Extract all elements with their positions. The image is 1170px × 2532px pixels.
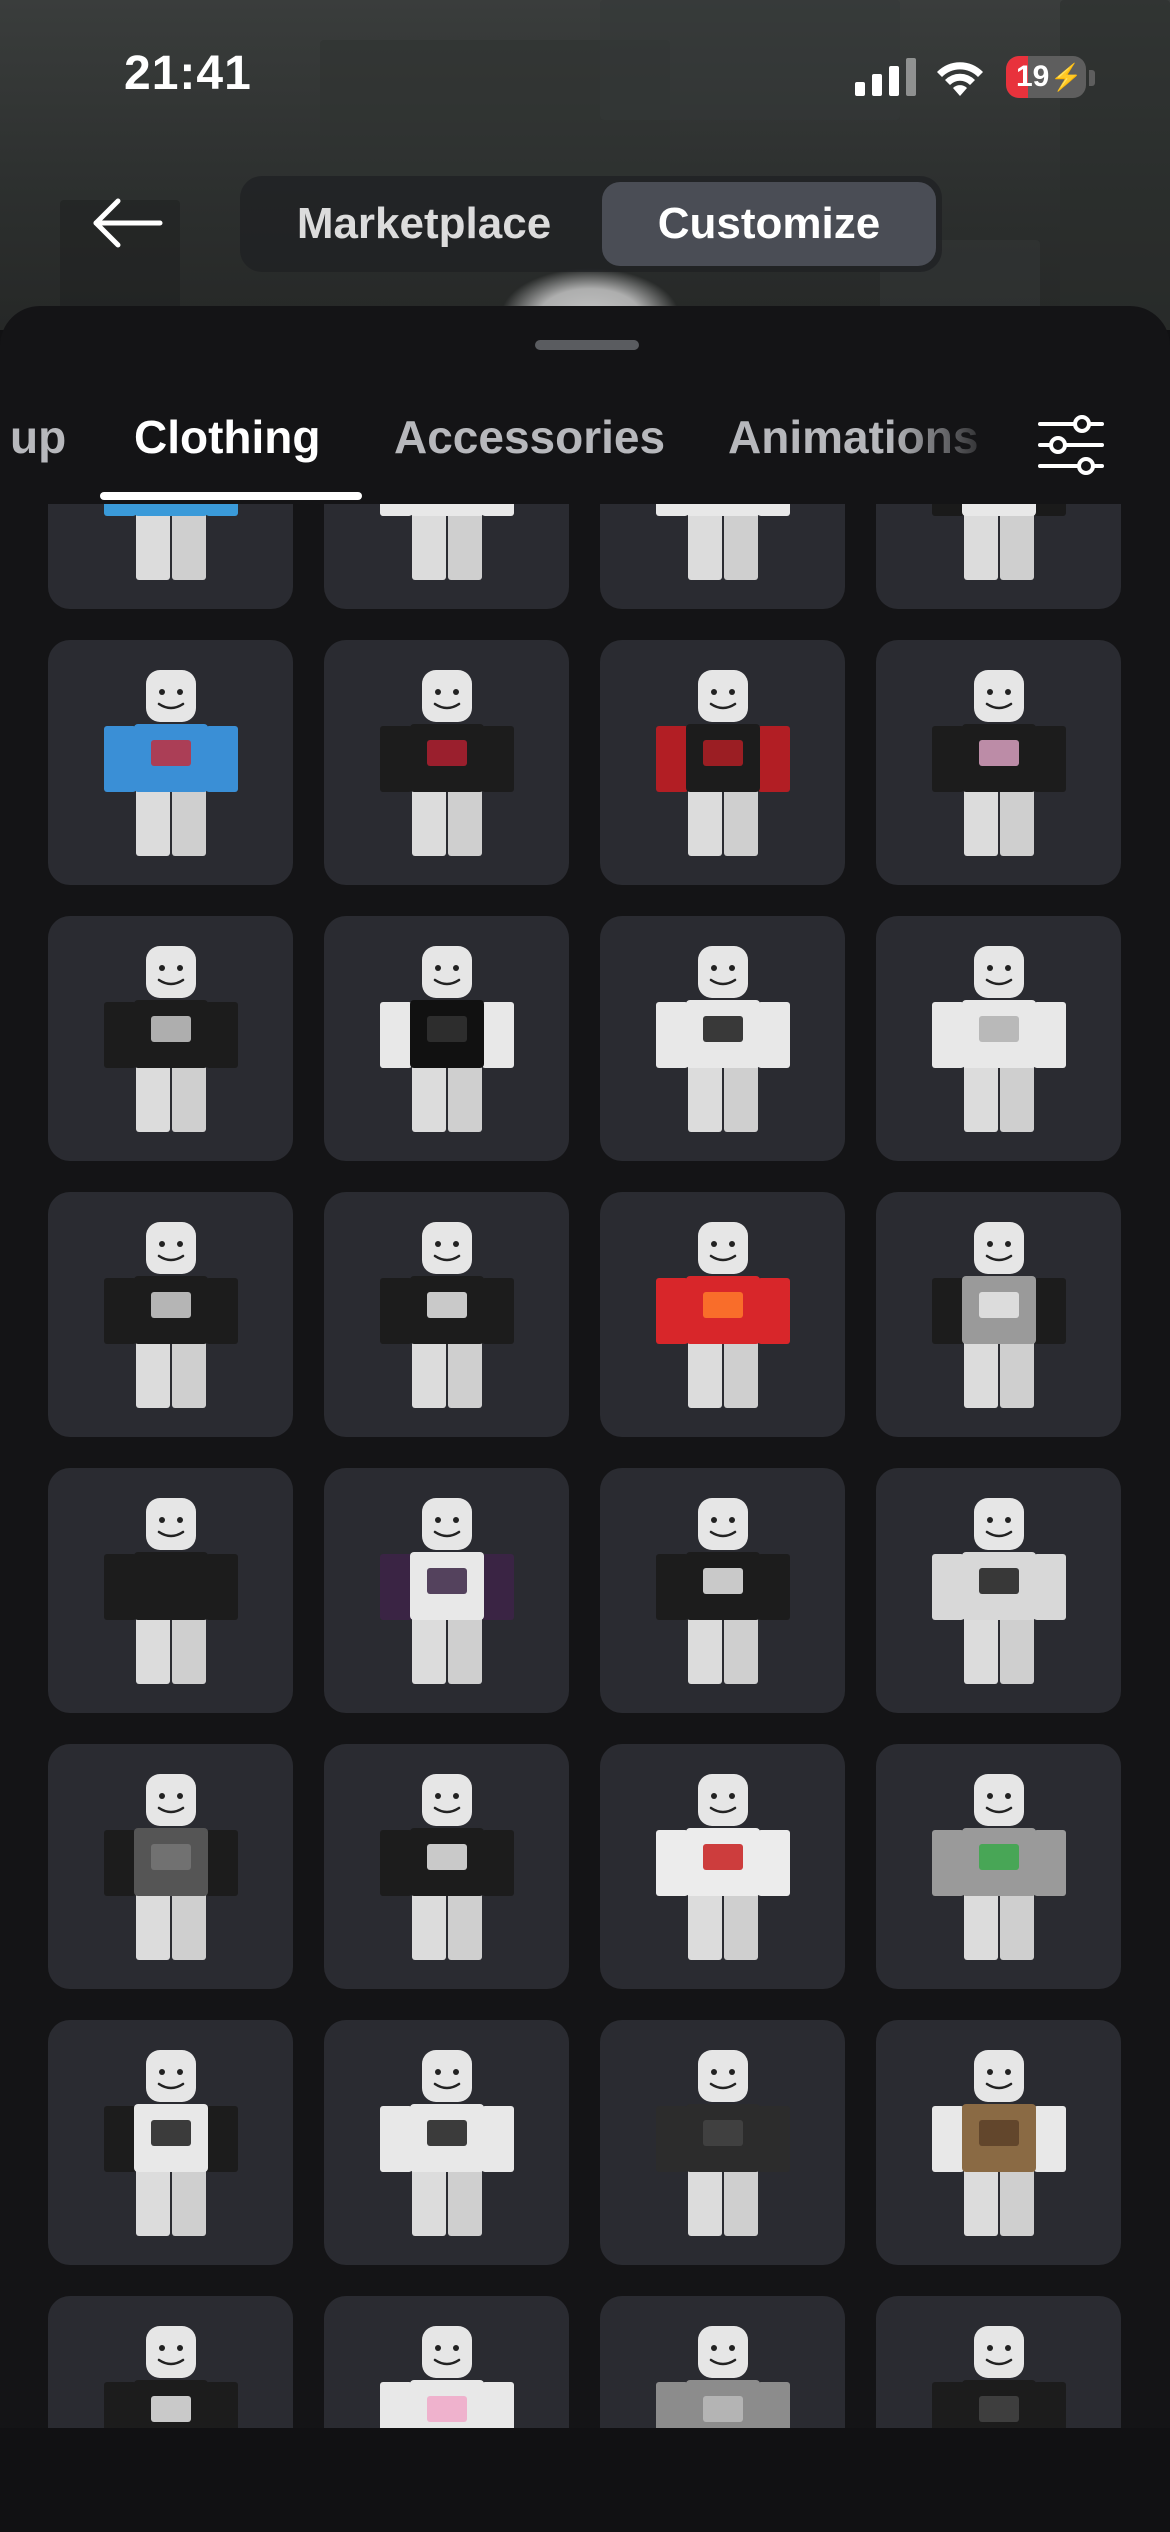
clothing-item-tile[interactable] bbox=[48, 640, 293, 885]
clothing-item-tile[interactable] bbox=[324, 2296, 569, 2428]
clothing-item-tile[interactable] bbox=[876, 1192, 1121, 1437]
battery-cap bbox=[1089, 70, 1095, 86]
clothing-item-tile[interactable] bbox=[600, 1192, 845, 1437]
avatar-thumbnail bbox=[656, 2050, 790, 2236]
avatar-thumbnail bbox=[656, 946, 790, 1132]
avatar-thumbnail bbox=[104, 2326, 238, 2428]
avatar-thumbnail bbox=[656, 670, 790, 856]
category-tabs: up Clothing Accessories Animations bbox=[0, 390, 1170, 502]
clothing-item-tile[interactable] bbox=[876, 640, 1121, 885]
clothing-item-tile[interactable] bbox=[876, 2020, 1121, 2265]
clothing-item-tile[interactable] bbox=[48, 2020, 293, 2265]
avatar-thumbnail bbox=[104, 1498, 238, 1684]
avatar-thumbnail bbox=[932, 1498, 1066, 1684]
avatar-thumbnail bbox=[932, 1222, 1066, 1408]
back-arrow-icon[interactable] bbox=[90, 196, 164, 250]
wifi-icon bbox=[937, 62, 983, 96]
avatar-thumbnail bbox=[104, 670, 238, 856]
tab-clothing[interactable]: Clothing bbox=[134, 410, 321, 464]
avatar-thumbnail bbox=[380, 504, 514, 580]
clothing-item-tile[interactable] bbox=[324, 916, 569, 1161]
clothing-item-tile[interactable] bbox=[48, 1744, 293, 1989]
clothing-item-tile[interactable] bbox=[324, 2020, 569, 2265]
clothing-grid-viewport bbox=[0, 504, 1170, 2428]
clothing-item-tile[interactable] bbox=[600, 916, 845, 1161]
status-time: 21:41 bbox=[124, 47, 252, 100]
clothing-item-tile[interactable] bbox=[876, 504, 1121, 609]
clothing-item-tile[interactable] bbox=[600, 640, 845, 885]
clothing-item-tile[interactable] bbox=[876, 2296, 1121, 2428]
charging-bolt-icon: ⚡ bbox=[1050, 61, 1083, 92]
clothing-item-tile[interactable] bbox=[876, 1468, 1121, 1713]
segment-customize[interactable]: Customize bbox=[602, 182, 936, 266]
avatar-thumbnail bbox=[380, 1498, 514, 1684]
filter-sliders-icon[interactable] bbox=[1036, 412, 1106, 478]
tab-makeup[interactable]: up bbox=[10, 410, 66, 464]
avatar-thumbnail bbox=[656, 1222, 790, 1408]
clothing-item-tile[interactable] bbox=[324, 1468, 569, 1713]
clothing-item-tile[interactable] bbox=[324, 1744, 569, 1989]
clothing-item-tile[interactable] bbox=[876, 916, 1121, 1161]
avatar-thumbnail bbox=[932, 946, 1066, 1132]
clothing-item-tile[interactable] bbox=[48, 1468, 293, 1713]
avatar-thumbnail bbox=[380, 2050, 514, 2236]
tab-accessories[interactable]: Accessories bbox=[394, 410, 665, 464]
avatar-thumbnail bbox=[656, 2326, 790, 2428]
avatar-thumbnail bbox=[932, 670, 1066, 856]
clothing-item-tile[interactable] bbox=[876, 1744, 1121, 1989]
cellular-signal-icon bbox=[855, 58, 916, 96]
avatar-thumbnail bbox=[380, 670, 514, 856]
avatar-thumbnail bbox=[104, 2050, 238, 2236]
clothing-item-tile[interactable] bbox=[48, 916, 293, 1161]
avatar-thumbnail bbox=[380, 946, 514, 1132]
clothing-grid bbox=[48, 504, 1121, 2428]
tabs-fade-overlay bbox=[890, 390, 1020, 502]
clothing-item-tile[interactable] bbox=[324, 504, 569, 609]
battery-icon: 19 ⚡ bbox=[1006, 56, 1086, 98]
sheet-grabber-handle[interactable] bbox=[535, 340, 639, 350]
avatar-thumbnail bbox=[932, 504, 1066, 580]
bottom-safe-area bbox=[0, 2428, 1170, 2532]
avatar-thumbnail bbox=[932, 2050, 1066, 2236]
mode-segmented-control: Marketplace Customize bbox=[240, 176, 942, 272]
avatar-thumbnail bbox=[656, 504, 790, 580]
battery-level: 19 bbox=[1016, 60, 1050, 93]
clothing-item-tile[interactable] bbox=[48, 1192, 293, 1437]
avatar-thumbnail bbox=[104, 1222, 238, 1408]
avatar-thumbnail bbox=[380, 1222, 514, 1408]
status-bar: 21:41 19 ⚡ bbox=[0, 0, 1170, 150]
avatar-thumbnail bbox=[932, 2326, 1066, 2428]
clothing-item-tile[interactable] bbox=[600, 504, 845, 609]
avatar-thumbnail bbox=[932, 1774, 1066, 1960]
clothing-item-tile[interactable] bbox=[600, 1744, 845, 1989]
clothing-item-tile[interactable] bbox=[324, 640, 569, 885]
clothing-item-tile[interactable] bbox=[600, 2020, 845, 2265]
clothing-item-tile[interactable] bbox=[324, 1192, 569, 1437]
active-tab-indicator bbox=[100, 492, 362, 500]
clothing-item-tile[interactable] bbox=[48, 2296, 293, 2428]
clothing-item-tile[interactable] bbox=[600, 1468, 845, 1713]
avatar-thumbnail bbox=[380, 2326, 514, 2428]
segment-marketplace[interactable]: Marketplace bbox=[246, 182, 602, 266]
avatar-thumbnail bbox=[656, 1498, 790, 1684]
avatar-thumbnail bbox=[104, 1774, 238, 1960]
avatar-thumbnail bbox=[380, 1774, 514, 1960]
avatar-thumbnail bbox=[104, 504, 238, 580]
clothing-item-tile[interactable] bbox=[48, 504, 293, 609]
avatar-thumbnail bbox=[656, 1774, 790, 1960]
avatar-thumbnail bbox=[104, 946, 238, 1132]
clothing-item-tile[interactable] bbox=[600, 2296, 845, 2428]
